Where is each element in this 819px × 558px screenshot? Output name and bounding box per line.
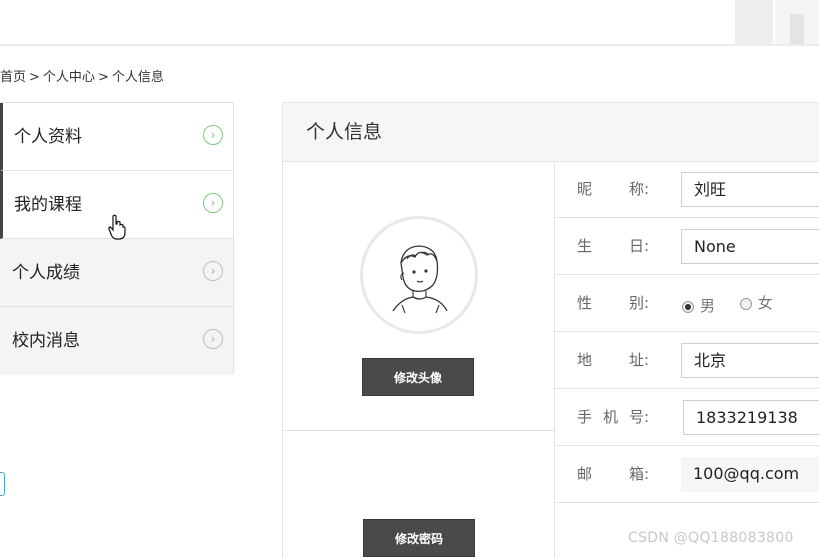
chevron-right-icon: › bbox=[203, 193, 223, 213]
scroll-tab[interactable] bbox=[0, 472, 5, 496]
personal-info-panel: 个人信息 修改头像 修改密码 昵 称: 刘旺 生 日: None 性 别: 男 … bbox=[282, 102, 819, 558]
sidebar-item-profile[interactable]: 个人资料 › bbox=[0, 103, 233, 171]
nickname-row: 昵 称: 刘旺 bbox=[554, 161, 819, 218]
phone-row: 手机号: 1833219138 bbox=[554, 389, 819, 446]
radio-label: 男 bbox=[700, 297, 716, 315]
label-char: 昵 bbox=[577, 180, 593, 198]
label-char: 址: bbox=[628, 351, 649, 369]
gender-label: 性 别: bbox=[577, 275, 649, 332]
email-value: 100@qq.com bbox=[681, 457, 819, 492]
sidebar-item-grades[interactable]: 个人成绩 › bbox=[0, 239, 233, 307]
radio-unchecked-icon bbox=[739, 297, 752, 310]
gender-row: 性 别: 男 女 bbox=[554, 275, 819, 332]
page: 首页 > 个人中心 > 个人信息 个人资料 › 我的课程 › 个人成绩 › 校内消息 ›… bbox=[0, 0, 819, 558]
breadcrumb-home[interactable]: 首页 bbox=[0, 70, 26, 85]
radio-label: 女 bbox=[757, 294, 773, 312]
user-sketch-icon bbox=[392, 245, 448, 314]
chevron-right-icon: › bbox=[203, 329, 223, 349]
avatar bbox=[360, 216, 478, 334]
radio-checked-icon bbox=[682, 300, 694, 313]
label-char: 日: bbox=[628, 237, 649, 255]
divider bbox=[283, 430, 554, 431]
label-char: 手 bbox=[577, 408, 593, 426]
label-char: 号: bbox=[628, 408, 649, 426]
banner-decoration bbox=[735, 0, 773, 44]
hand-cursor-icon bbox=[108, 214, 126, 240]
change-password-button[interactable]: 修改密码 bbox=[363, 519, 475, 557]
email-row: 邮 箱: 100@qq.com bbox=[554, 446, 819, 503]
sidebar-item-label: 个人资料 bbox=[14, 127, 82, 147]
breadcrumb-separator: > bbox=[97, 70, 109, 85]
email-label: 邮 箱: bbox=[577, 446, 649, 503]
sidebar-item-label: 校内消息 bbox=[12, 331, 80, 351]
avatar-section: 修改头像 修改密码 bbox=[283, 161, 555, 558]
birthday-label: 生 日: bbox=[577, 218, 649, 275]
label-char: 称: bbox=[628, 180, 649, 198]
breadcrumb: 首页 > 个人中心 > 个人信息 bbox=[0, 66, 164, 85]
label-char: 别: bbox=[628, 294, 649, 312]
breadcrumb-current: 个人信息 bbox=[111, 70, 164, 85]
gender-radio-group: 男 女 bbox=[682, 275, 793, 335]
profile-form: 昵 称: 刘旺 生 日: None 性 别: 男 女 地 址: 北京 手 机 号: 1… bbox=[554, 161, 819, 503]
sidebar-item-label: 我的课程 bbox=[14, 195, 82, 215]
sidebar-item-messages[interactable]: 校内消息 › bbox=[0, 307, 233, 375]
gender-male-radio[interactable]: 男 bbox=[682, 278, 715, 335]
phone-input[interactable]: 1833219138 bbox=[683, 400, 819, 435]
address-label: 地 址: bbox=[577, 332, 649, 389]
breadcrumb-center[interactable]: 个人中心 bbox=[43, 70, 95, 85]
label-char: 地 bbox=[577, 351, 593, 369]
nickname-input[interactable]: 刘旺 bbox=[681, 172, 819, 207]
label-char: 箱: bbox=[628, 465, 649, 483]
top-banner bbox=[0, 0, 819, 46]
watermark: CSDN @QQ188083800 bbox=[628, 530, 794, 546]
change-avatar-button[interactable]: 修改头像 bbox=[362, 358, 474, 396]
phone-label: 手机号: bbox=[577, 389, 649, 446]
address-input[interactable]: 北京 bbox=[681, 343, 819, 378]
breadcrumb-separator: > bbox=[29, 70, 40, 85]
banner-decoration bbox=[790, 14, 804, 44]
label-char: 邮 bbox=[577, 465, 593, 483]
birthday-input[interactable]: None bbox=[681, 229, 819, 264]
chevron-right-icon: › bbox=[203, 125, 223, 145]
label-char: 机 bbox=[602, 408, 618, 426]
birthday-row: 生 日: None bbox=[554, 218, 819, 275]
address-row: 地 址: 北京 bbox=[554, 332, 819, 389]
nickname-label: 昵 称: bbox=[577, 161, 649, 218]
label-char: 生 bbox=[577, 237, 593, 255]
gender-female-radio[interactable]: 女 bbox=[739, 275, 773, 332]
panel-title: 个人信息 bbox=[283, 103, 819, 162]
chevron-right-icon: › bbox=[203, 261, 223, 281]
label-char: 性 bbox=[577, 294, 593, 312]
sidebar-item-label: 个人成绩 bbox=[12, 263, 80, 283]
